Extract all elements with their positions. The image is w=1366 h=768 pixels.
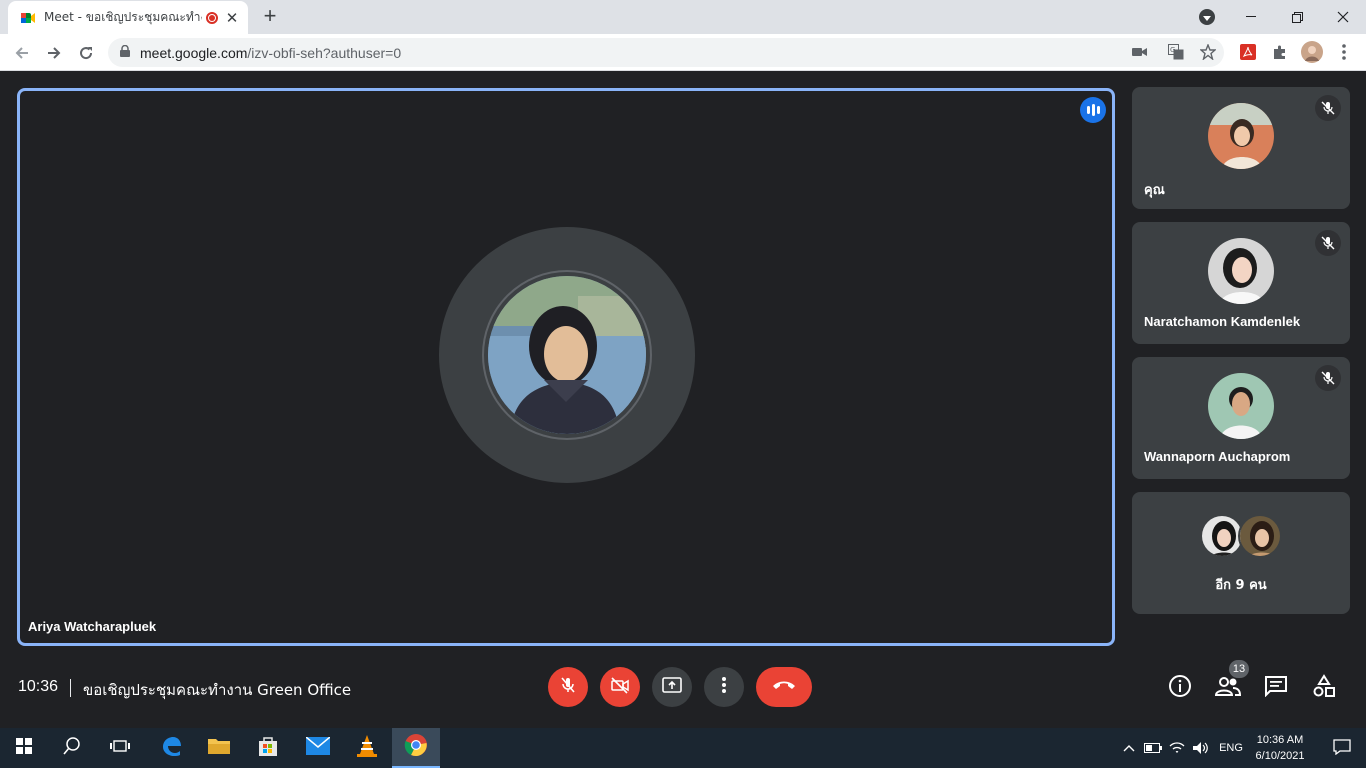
taskbar-edge[interactable] <box>147 728 195 768</box>
meet-favicon-icon <box>20 10 36 26</box>
chrome-menu-icon[interactable] <box>1333 41 1355 63</box>
action-center-button[interactable] <box>1318 728 1366 768</box>
folder-icon <box>207 736 231 761</box>
mic-off-icon <box>559 676 577 699</box>
participant-avatar <box>1208 373 1274 439</box>
notification-icon <box>1333 738 1351 758</box>
recording-indicator-icon <box>206 11 218 24</box>
tab-search-icon[interactable] <box>1199 9 1215 25</box>
participant-tile[interactable]: Wannaporn Auchaprom <box>1132 357 1350 479</box>
address-bar[interactable]: meet.google.com/izv-obfi-seh?authuser=0 … <box>108 38 1224 67</box>
show-everyone-button[interactable] <box>1214 675 1242 701</box>
participant-name: Wannaporn Auchaprom <box>1144 449 1291 464</box>
participant-avatar <box>1208 103 1274 169</box>
start-button[interactable] <box>0 728 48 768</box>
taskbar-clock[interactable]: 10:36 AM 6/10/2021 <box>1250 732 1310 764</box>
url-domain: meet.google.com <box>140 44 248 61</box>
volume-icon[interactable] <box>1190 728 1212 768</box>
mail-icon <box>305 735 331 760</box>
bookmark-star-icon[interactable] <box>1199 43 1217 65</box>
camera-off-icon <box>610 676 630 699</box>
taskbar-chrome[interactable] <box>392 728 440 768</box>
more-participants-tile[interactable]: อีก 9 คน <box>1132 492 1350 614</box>
restore-button[interactable] <box>1274 0 1320 34</box>
task-view-button[interactable] <box>96 728 144 768</box>
forward-button[interactable] <box>40 39 68 67</box>
participant-name: คุณ <box>1144 183 1165 198</box>
muted-mic-icon <box>1315 230 1341 256</box>
tab-title: Meet - ขอเชิญประชุมคณะทำงาน <box>44 10 202 24</box>
translate-icon[interactable]: G <box>1168 44 1184 65</box>
people-icon <box>1214 676 1242 701</box>
info-icon <box>1168 674 1192 703</box>
input-language[interactable]: ENG <box>1214 728 1248 768</box>
show-hidden-icons-button[interactable] <box>1120 728 1138 768</box>
leave-call-button[interactable] <box>756 667 812 707</box>
chat-button[interactable] <box>1263 675 1289 701</box>
present-screen-button[interactable] <box>652 667 692 707</box>
back-button[interactable] <box>8 39 36 67</box>
participant-tile-self[interactable]: คุณ <box>1132 87 1350 209</box>
windows-taskbar: ENG 10:36 AM 6/10/2021 <box>0 728 1366 768</box>
edge-icon <box>160 735 182 762</box>
lock-icon[interactable] <box>120 44 130 62</box>
close-window-button[interactable] <box>1320 0 1366 34</box>
extensions-puzzle-icon[interactable] <box>1269 41 1291 63</box>
more-participants-label: อีก 9 คน <box>1215 578 1267 593</box>
muted-mic-icon <box>1315 95 1341 121</box>
taskbar-vlc[interactable] <box>343 728 391 768</box>
main-participant-avatar <box>488 276 646 434</box>
store-icon <box>257 735 279 762</box>
main-participant-name: Ariya Watcharapluek <box>28 619 157 634</box>
task-view-icon <box>110 738 130 759</box>
wifi-icon[interactable] <box>1166 728 1188 768</box>
toggle-mic-button[interactable] <box>548 667 588 707</box>
main-speaker-tile[interactable]: Ariya Watcharapluek <box>17 88 1115 646</box>
search-button[interactable] <box>48 728 96 768</box>
minimize-button[interactable] <box>1228 0 1274 34</box>
speaking-indicator-icon <box>1080 97 1106 123</box>
url-path: /izv-obfi-seh?authuser=0 <box>247 44 402 61</box>
shapes-icon <box>1312 673 1336 703</box>
browser-tab-strip: Meet - ขอเชิญประชุมคณะทำงาน ✕ + <box>0 0 1366 34</box>
participant-name: Naratchamon Kamdenlek <box>1144 314 1301 329</box>
participant-avatar <box>1208 238 1274 304</box>
svg-text:G: G <box>1170 46 1175 54</box>
divider <box>70 679 71 697</box>
activities-button[interactable] <box>1311 673 1337 703</box>
participant-avatar <box>1238 514 1282 558</box>
tab-close-icon[interactable]: ✕ <box>224 9 240 27</box>
participant-count-badge: 13 <box>1229 660 1249 678</box>
clock-time: 10:36 AM <box>1256 734 1304 746</box>
taskbar-file-explorer[interactable] <box>195 728 243 768</box>
vlc-cone-icon <box>356 734 378 763</box>
more-options-button[interactable] <box>704 667 744 707</box>
battery-icon[interactable] <box>1142 728 1164 768</box>
profile-avatar[interactable] <box>1301 41 1323 63</box>
pdf-extension-icon[interactable] <box>1237 41 1259 63</box>
clock-date: 6/10/2021 <box>1255 750 1305 762</box>
browser-tab[interactable]: Meet - ขอเชิญประชุมคณะทำงาน ✕ <box>8 1 248 34</box>
browser-toolbar: meet.google.com/izv-obfi-seh?authuser=0 … <box>0 34 1366 71</box>
search-icon <box>63 736 81 760</box>
taskbar-mail[interactable] <box>294 728 342 768</box>
chat-icon <box>1264 675 1288 702</box>
taskbar-store[interactable] <box>244 728 292 768</box>
camera-in-use-icon[interactable] <box>1132 45 1148 64</box>
meeting-details-button[interactable] <box>1167 674 1193 703</box>
meeting-title: ขอเชิญประชุมคณะทำงาน Green Office <box>83 681 352 699</box>
hang-up-icon <box>771 678 797 696</box>
participant-tile[interactable]: Naratchamon Kamdenlek <box>1132 222 1350 344</box>
muted-mic-icon <box>1315 365 1341 391</box>
toggle-camera-button[interactable] <box>600 667 640 707</box>
present-to-all-icon <box>662 676 682 699</box>
reload-button[interactable] <box>72 39 100 67</box>
meeting-clock: 10:36 <box>18 678 59 695</box>
windows-logo-icon <box>16 737 32 759</box>
more-vert-icon <box>722 676 726 698</box>
new-tab-button[interactable]: + <box>258 4 282 28</box>
chrome-icon <box>404 733 428 762</box>
